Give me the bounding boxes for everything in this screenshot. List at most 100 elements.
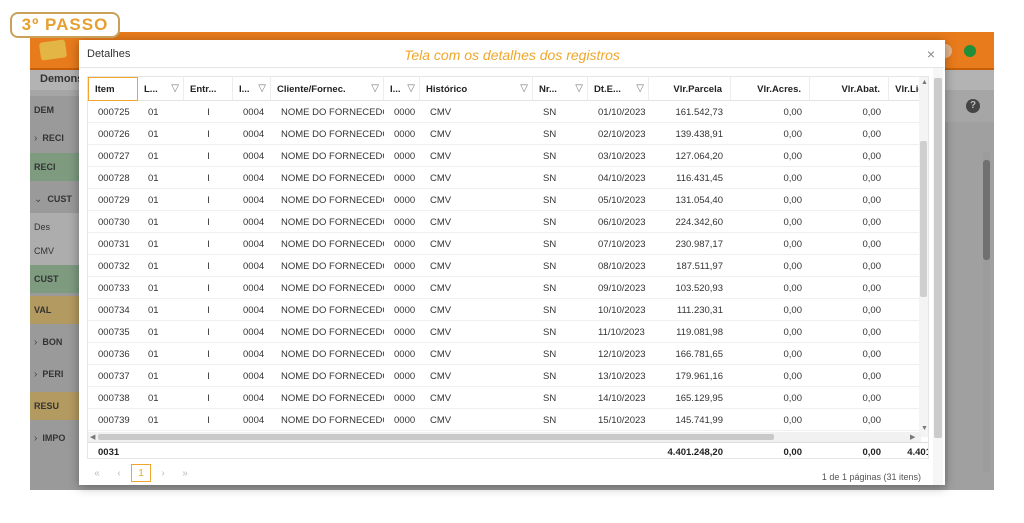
column-header-cliente[interactable]: Cliente/Fornec. ▽ [271,77,384,101]
table-row[interactable]: 000737 01 I 0004 NOME DO FORNECEDOR 0000 CMV SN… [88,365,928,387]
cell-i1: 0004 [243,348,265,360]
sidebar-item[interactable]: › PERI [30,360,80,388]
table-row[interactable]: 000738 01 I 0004 NOME DO FORNECEDOR 0000 CMV SN… [88,387,928,409]
cell-nr: SN [543,238,557,250]
prev-page-button[interactable]: ‹ [109,464,129,482]
table-row[interactable]: 000732 01 I 0004 NOME DO FORNECEDOR 0000 CMV SN… [88,255,928,277]
table-row[interactable]: 000728 01 I 0004 NOME DO FORNECEDOR 0000 CMV SN… [88,167,928,189]
cell-nr: SN [543,348,557,360]
cell-cliente: NOME DO FORNECEDOR [281,392,384,404]
column-header-label: Cliente/Fornec. [277,83,346,95]
cell-cliente: NOME DO FORNECEDOR [281,414,384,426]
column-header-label: Histórico [426,83,468,95]
cell-i2: 0000 [394,392,416,404]
sidebar-item[interactable]: › IMPO [30,424,80,452]
filter-icon[interactable]: ▽ [636,83,644,94]
scroll-down-icon[interactable]: ▼ [921,425,928,432]
total-vlparcela: 4.401.248,20 [667,446,723,458]
filter-icon[interactable]: ▽ [520,83,528,94]
sidebar-item[interactable]: RESU [30,392,80,420]
status-online-icon [964,45,976,57]
table-row[interactable]: 000736 01 I 0004 NOME DO FORNECEDOR 0000 CMV SN… [88,343,928,365]
column-header-item[interactable]: Item [88,77,138,101]
cell-historico: CMV [430,304,452,316]
scroll-up-icon[interactable]: ▲ [921,79,928,86]
sidebar-item-label: CUST [34,274,59,284]
cell-nr: SN [543,216,557,228]
cell-i2: 0000 [394,326,416,338]
column-header-nr[interactable]: Nr... ▽ [533,77,588,101]
table-row[interactable]: 000734 01 I 0004 NOME DO FORNECEDOR 0000 CMV SN… [88,299,928,321]
column-header-l[interactable]: L... ▽ [138,77,184,101]
cell-l: 01 [148,194,159,206]
cell-vlacres: 0,00 [783,304,803,316]
sidebar-item[interactable]: ⌄ CUST [30,185,80,213]
column-header-historico[interactable]: Histórico ▽ [420,77,533,101]
sidebar-item[interactable]: VAL [30,296,80,324]
filter-icon[interactable]: ▽ [258,83,266,94]
column-header-vlabat[interactable]: Vlr.Abat. [810,77,889,101]
table-row[interactable]: 000735 01 I 0004 NOME DO FORNECEDOR 0000 CMV SN… [88,321,928,343]
table-row[interactable]: 000731 01 I 0004 NOME DO FORNECEDOR 0000 CMV SN… [88,233,928,255]
table-row[interactable]: 000726 01 I 0004 NOME DO FORNECEDOR 0000 CMV SN… [88,123,928,145]
column-header-i2[interactable]: I... ▽ [384,77,420,101]
cell-i1: 0004 [243,172,265,184]
cell-l: 01 [148,326,159,338]
cell-item: 000737 [98,370,130,382]
column-header-i1[interactable]: I... ▽ [233,77,271,101]
sidebar-item[interactable]: DEM [30,96,80,124]
column-header-label: I... [239,83,250,95]
cell-cliente: NOME DO FORNECEDOR [281,282,384,294]
cell-cliente: NOME DO FORNECEDOR [281,370,384,382]
cell-i2: 0000 [394,282,416,294]
table-row[interactable]: 000729 01 I 0004 NOME DO FORNECEDOR 0000 CMV SN… [88,189,928,211]
cell-vlparcela: 224.342,60 [675,216,723,228]
column-header-dte[interactable]: Dt.E... ▽ [588,77,649,101]
chevron-icon: › [34,132,38,144]
cell-item: 000728 [98,172,130,184]
logo-icon[interactable] [38,39,68,61]
sidebar-item-label: CMV [34,246,54,256]
scroll-left-icon[interactable]: ◀ [90,433,95,441]
filter-icon[interactable]: ▽ [371,83,379,94]
cell-dte: 04/10/2023 [598,172,646,184]
column-header-vlacres[interactable]: Vlr.Acres. [731,77,810,101]
sidebar-item[interactable]: › RECI [30,124,80,152]
table-row[interactable]: 000727 01 I 0004 NOME DO FORNECEDOR 0000 CMV SN… [88,145,928,167]
modal-scrollbar-thumb[interactable] [934,78,942,438]
close-icon[interactable]: × [927,46,935,62]
details-grid: Item L... ▽ Entr... I... ▽ Cliente/Fornec. ▽ I..… [87,76,929,459]
cell-nr: SN [543,370,557,382]
column-header-entr[interactable]: Entr... [184,77,233,101]
page-button-current[interactable]: 1 [131,464,151,482]
cell-historico: CMV [430,392,452,404]
cell-item: 000729 [98,194,130,206]
cell-vlabat: 0,00 [862,172,882,184]
help-icon[interactable]: ? [966,99,980,113]
grid-vertical-scroll-thumb[interactable] [920,141,927,297]
filter-icon[interactable]: ▽ [575,83,583,94]
cell-vlabat: 0,00 [862,326,882,338]
table-row[interactable]: 000739 01 I 0004 NOME DO FORNECEDOR 0000 CMV SN… [88,409,928,431]
grid-horizontal-scrollbar[interactable]: ◀ ▶ [88,432,921,442]
app-scrollbar-thumb[interactable] [983,160,990,260]
table-row[interactable]: 000725 01 I 0004 NOME DO FORNECEDOR 0000 CMV SN… [88,101,928,123]
first-page-button[interactable]: « [87,464,107,482]
scroll-right-icon[interactable]: ▶ [910,433,915,441]
next-page-button[interactable]: › [153,464,173,482]
cell-cliente: NOME DO FORNECEDOR [281,238,384,250]
sidebar-item[interactable]: › BON [30,328,80,356]
sidebar-item[interactable]: CUST [30,265,80,293]
last-page-button[interactable]: » [175,464,195,482]
filter-icon[interactable]: ▽ [407,83,415,94]
table-row[interactable]: 000730 01 I 0004 NOME DO FORNECEDOR 0000 CMV SN… [88,211,928,233]
sidebar-item-label: Des [34,222,51,232]
sidebar-item-label: RESU [34,401,60,411]
table-row[interactable]: 000733 01 I 0004 NOME DO FORNECEDOR 0000 CMV SN… [88,277,928,299]
filter-icon[interactable]: ▽ [171,83,179,94]
column-header-vlparcela[interactable]: Vlr.Parcela [649,77,731,101]
sidebar-item[interactable]: CMV [30,237,80,265]
grid-horizontal-scroll-thumb[interactable] [98,434,774,440]
cell-vlabat: 0,00 [862,194,882,206]
sidebar-item[interactable]: RECI [30,153,80,181]
